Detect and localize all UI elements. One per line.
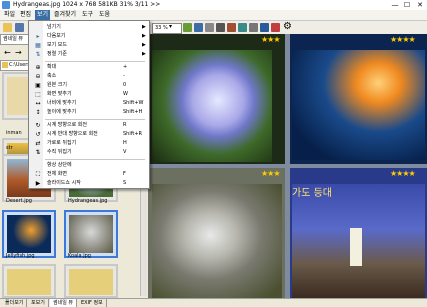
fit-screen-icon[interactable] — [183, 23, 192, 32]
menu-help[interactable]: 도움 — [97, 10, 112, 20]
zoom-in-icon: ⊕ — [35, 64, 41, 71]
menu-item-actual-size[interactable]: ▣ 원본 크기 0 — [29, 81, 149, 90]
menu-item-zoom-in[interactable]: ⊕ 확대 + — [29, 63, 149, 72]
koala-image — [152, 184, 282, 298]
window-title: Hydrangeas.jpg 1024 x 768 581KB 31% 3/11… — [13, 1, 161, 8]
fit-width-icon: ↔ — [35, 100, 41, 107]
rating-stars: ★★★ — [261, 169, 280, 178]
rotate-icon[interactable] — [227, 23, 236, 32]
maximize-button[interactable]: ☐ — [401, 0, 413, 10]
image-viewer: ★★★ ★★★★ ★★★ ★★★★ 가도 등대 — [148, 34, 427, 298]
menu-separator — [45, 61, 145, 62]
actual-size-icon: ▣ — [35, 82, 41, 89]
fit-height-icon[interactable] — [216, 23, 225, 32]
thumbnail-label: Hydrangeas.jpg — [68, 198, 108, 204]
gear-icon[interactable]: ⚙ — [283, 21, 292, 33]
zoom-value: 33 % — [155, 25, 168, 31]
fit-width-icon[interactable] — [205, 23, 214, 32]
rating-stars: ★★★★ — [390, 169, 416, 178]
jellyfish-image — [292, 50, 425, 160]
menu-separator — [45, 119, 145, 120]
minimize-button[interactable]: — — [389, 0, 401, 10]
rotate-ccw-icon: ↺ — [35, 131, 41, 138]
menu-item-fit-height[interactable]: ↕ 높이에 맞추기 Shift+H — [29, 108, 149, 117]
image-cell-jellyfish[interactable]: ★★★★ — [290, 34, 427, 164]
image-cell-hydrangeas[interactable]: ★★★ — [148, 34, 285, 164]
menu-item-sort-by[interactable]: ⇅ 정렬 기준 ▶ — [29, 50, 149, 59]
fit-screen-icon: ⬚ — [35, 91, 41, 98]
slideshow-icon[interactable] — [271, 23, 280, 32]
menu-item-always-on-top[interactable]: 항상 상단에 — [29, 161, 149, 170]
zoom-out-icon: ⊖ — [35, 73, 41, 80]
thumbnail-label: Jellyfish.jpg — [6, 253, 35, 259]
back-arrow-icon[interactable]: ← — [4, 48, 11, 57]
menu-item-fullscreen[interactable]: ⛶ 전체 화면 F — [29, 170, 149, 179]
menu-view[interactable]: 보기 — [35, 10, 51, 20]
menu-item-rotate-ccw[interactable]: ↺ 시계 반대 방향으로 회전 Shift+R — [29, 130, 149, 139]
menu-favorites[interactable]: 즐겨찾기 — [52, 10, 78, 20]
flip-horizontal-icon: ⇄ — [35, 140, 41, 147]
image-info-icon[interactable] — [260, 23, 269, 32]
forward-arrow-icon[interactable]: → — [15, 48, 22, 57]
grid-view-icon[interactable] — [249, 23, 258, 32]
image-cell-lighthouse[interactable]: ★★★★ 가도 등대 — [290, 168, 427, 298]
rotate-cw-icon: ↻ — [35, 122, 41, 129]
menu-item-view-mode[interactable]: ▦ 보기 모드 ▶ — [29, 41, 149, 50]
close-button[interactable]: ✕ — [414, 0, 426, 10]
image-cell-koala[interactable]: ★★★ — [148, 168, 285, 298]
menu-file[interactable]: 파일 — [2, 10, 17, 20]
fit-height-icon: ↕ — [35, 109, 41, 116]
fullscreen-icon: ⛶ — [35, 171, 41, 178]
menu-item-fit-screen[interactable]: ⬚ 화면 맞추기 W — [29, 90, 149, 99]
thumbnail-image — [7, 269, 51, 295]
menu-item-slideshow[interactable]: ▶ 슬라이드쇼 시작 S — [29, 179, 149, 188]
actual-size-icon[interactable] — [194, 23, 203, 32]
menu-item-flip-vertical[interactable]: ⇅ 수직 뒤집기 V — [29, 148, 149, 157]
menu-separator — [45, 159, 145, 160]
menu-item-rotate-cw[interactable]: ↻ 시계 방향으로 회전 R — [29, 121, 149, 130]
chevron-down-icon[interactable]: ▾ — [169, 23, 172, 30]
thumbnail-label: Koala.jpg — [68, 253, 91, 259]
open-folder-icon[interactable] — [3, 23, 12, 32]
menu-item-next-view[interactable]: ▸ 다음보기 ▶ — [29, 32, 149, 41]
lighthouse-caption: 가도 등대 — [292, 188, 332, 199]
app-icon — [2, 1, 10, 9]
menu-edit[interactable]: 편집 — [18, 10, 33, 20]
path-text: C:\Users — [9, 62, 30, 68]
menu-item-navigate[interactable]: 넘기기 ▶ — [29, 23, 149, 32]
folder-icon — [2, 62, 8, 68]
sort-icon: ⇅ — [35, 51, 41, 58]
thumbnail-label: inman — [6, 130, 22, 136]
thumbnail-image — [69, 215, 113, 253]
thumbnail-image — [7, 215, 51, 253]
flip-icon[interactable] — [238, 23, 247, 32]
view-menu-dropdown: 넘기기 ▶ ▸ 다음보기 ▶ ▦ 보기 모드 ▶ ⇅ 정렬 기준 ▶ ⊕ 확대 + ⊖ 축소 - ▣ 원… — [28, 20, 150, 189]
flip-vertical-icon: ⇅ — [35, 149, 41, 156]
thumbnail-koala[interactable] — [64, 210, 118, 258]
rating-stars: ★★★★ — [390, 35, 416, 44]
lighthouse-tower — [350, 228, 362, 266]
view-mode-icon: ▦ — [35, 42, 41, 49]
thumbnail-next-2[interactable] — [64, 264, 118, 298]
save-icon[interactable] — [15, 23, 24, 32]
rating-stars: ★★★ — [261, 35, 280, 44]
thumbnail-next-1[interactable] — [2, 264, 56, 298]
thumbnail-jellyfish[interactable] — [2, 210, 56, 258]
hydrangeas-image — [152, 50, 272, 162]
menu-item-zoom-out[interactable]: ⊖ 축소 - — [29, 72, 149, 81]
zoom-select[interactable]: 33 % — [152, 23, 182, 34]
thumbnail-label: Desert.jpg — [6, 198, 32, 204]
menu-item-flip-horizontal[interactable]: ⇄ 가로로 뒤집기 H — [29, 139, 149, 148]
menu-tools[interactable]: 도구 — [80, 10, 95, 20]
menu-item-fit-width[interactable]: ↔ 너비에 맞추기 Shift+W — [29, 99, 149, 108]
next-view-icon: ▸ — [36, 33, 40, 40]
thumbnail-label: str — [6, 145, 13, 151]
thumbnail-image — [69, 269, 113, 295]
slideshow-icon: ▶ — [35, 180, 41, 187]
